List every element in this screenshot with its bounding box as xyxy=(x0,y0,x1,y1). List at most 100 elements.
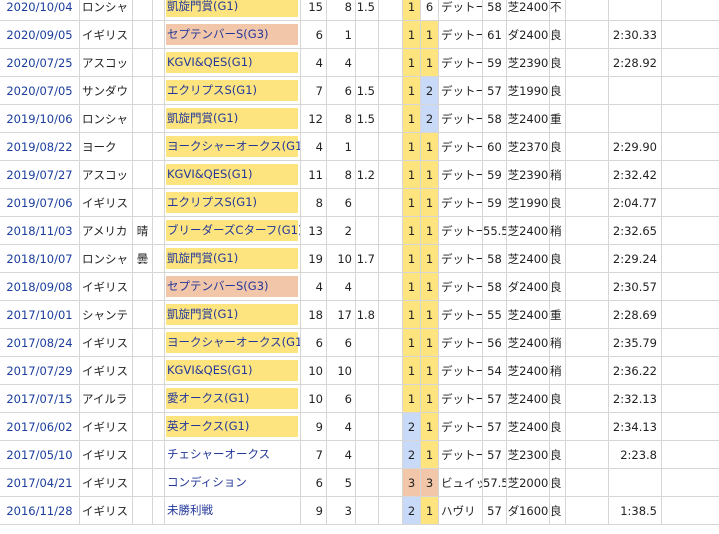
race-date-link[interactable]: 2019/07/27 xyxy=(6,168,72,182)
distance-cell: 芝2400 xyxy=(506,328,550,357)
race-date-link[interactable]: 2020/09/05 xyxy=(6,28,72,42)
popularity-cell: 1 xyxy=(402,104,421,133)
race-name-link[interactable]: 愛オークス(G1) xyxy=(166,388,298,409)
race-date-link[interactable]: 2019/07/06 xyxy=(6,196,72,210)
blank-cell xyxy=(378,76,403,105)
table-row: 2020/09/05 イギリス セプテンバーS(G3) 6 1 1 1 デットー 61 ダ2400… xyxy=(0,20,719,49)
race-name-link[interactable]: KGVI&QES(G1) xyxy=(166,360,298,381)
table-row: 2017/06/02 イギリス 英オークス(G1) 9 4 2 1 デットー 57 芝2400 良 2… xyxy=(0,412,719,441)
race-date-link[interactable]: 2018/09/08 xyxy=(6,280,72,294)
blank-cell xyxy=(565,188,609,217)
finish-position-cell: 1 xyxy=(420,496,439,525)
popularity-cell: 1 xyxy=(402,160,421,189)
race-name-link[interactable]: セプテンバーS(G3) xyxy=(166,24,298,45)
table-row: 2017/04/21 イギリス コンディション 6 5 3 3 ビュイッ 57.5 芝2000 良 xyxy=(0,468,719,497)
field-size-cell: 18 xyxy=(300,300,327,329)
race-name-link[interactable]: ヨークシャーオークス(G1) xyxy=(166,136,300,157)
race-name-link[interactable]: エクリプスS(G1) xyxy=(166,80,298,101)
race-name-link[interactable]: 凱旋門賞(G1) xyxy=(166,0,298,17)
race-date-link[interactable]: 2017/08/24 xyxy=(6,336,72,350)
race-name-link[interactable]: KGVI&QES(G1) xyxy=(166,164,298,185)
race-name-cell: 愛オークス(G1) xyxy=(164,384,301,413)
track-condition-cell: 重 xyxy=(549,104,566,133)
weather-cell xyxy=(132,328,153,357)
race-date-link[interactable]: 2017/05/10 xyxy=(6,448,72,462)
blank-cell xyxy=(378,160,403,189)
field-size-cell: 7 xyxy=(300,440,327,469)
race-name-link[interactable]: セプテンバーS(G3) xyxy=(166,276,298,297)
table-row: 2017/07/15 アイルラ 愛オークス(G1) 10 6 1 1 デットー 57 芝2400 良… xyxy=(0,384,719,413)
blank-cell xyxy=(661,104,719,133)
race-name-cell: 英オークス(G1) xyxy=(164,412,301,441)
table-row: 2019/07/27 アスコッ KGVI&QES(G1) 11 8 1.2 1 1 デットー 59… xyxy=(0,160,719,189)
race-date-link[interactable]: 2018/11/03 xyxy=(6,224,72,238)
blank-cell xyxy=(152,440,165,469)
race-time-cell: 2:29.24 xyxy=(608,244,662,273)
race-date-link[interactable]: 2020/10/04 xyxy=(6,0,72,14)
race-date-link[interactable]: 2020/07/25 xyxy=(6,56,72,70)
gate-cell: 1 xyxy=(326,132,356,161)
venue-cell: アスコッ xyxy=(79,160,133,189)
race-name-link[interactable]: 英オークス(G1) xyxy=(166,416,298,437)
venue-cell: イギリス xyxy=(79,440,133,469)
distance-cell: ダ2400 xyxy=(506,272,550,301)
race-name-link[interactable]: チェシャーオークス xyxy=(166,444,298,465)
jockey-cell: デットー xyxy=(438,160,483,189)
gate-cell: 2 xyxy=(326,216,356,245)
race-name-link[interactable]: ブリーダーズCターフ(G1) xyxy=(166,220,300,241)
race-date-link[interactable]: 2017/10/01 xyxy=(6,308,72,322)
gate-cell: 4 xyxy=(326,48,356,77)
gate-cell: 8 xyxy=(326,0,356,21)
jockey-cell: デットー xyxy=(438,48,483,77)
odds-cell xyxy=(355,496,379,525)
race-date-link[interactable]: 2017/07/15 xyxy=(6,392,72,406)
race-date-link[interactable]: 2017/07/29 xyxy=(6,364,72,378)
venue-cell: サンダウ xyxy=(79,76,133,105)
race-date-link[interactable]: 2019/10/06 xyxy=(6,112,72,126)
race-date-link[interactable]: 2018/10/07 xyxy=(6,252,72,266)
race-name-link[interactable]: ヨークシャーオークス(G1) xyxy=(166,332,300,353)
race-date-link[interactable]: 2019/08/22 xyxy=(6,140,72,154)
finish-position-cell: 6 xyxy=(420,0,439,21)
odds-cell xyxy=(355,20,379,49)
race-name-link[interactable]: 凱旋門賞(G1) xyxy=(166,304,298,325)
table-row: 2019/10/06 ロンシャ 凱旋門賞(G1) 12 8 1.5 1 2 デットー 58 芝240… xyxy=(0,104,719,133)
popularity-cell: 1 xyxy=(402,216,421,245)
popularity-cell: 1 xyxy=(402,76,421,105)
race-name-link[interactable]: 凱旋門賞(G1) xyxy=(166,248,298,269)
venue-cell: イギリス xyxy=(79,412,133,441)
finish-position-cell: 1 xyxy=(420,356,439,385)
odds-cell: 1.7 xyxy=(355,244,379,273)
field-size-cell: 6 xyxy=(300,20,327,49)
venue-cell: ロンシャ xyxy=(79,244,133,273)
odds-cell: 1.8 xyxy=(355,300,379,329)
race-date-link[interactable]: 2017/04/21 xyxy=(6,476,72,490)
jockey-cell: デットー xyxy=(438,300,483,329)
blank-cell xyxy=(565,216,609,245)
race-date-link[interactable]: 2017/06/02 xyxy=(6,420,72,434)
race-name-link[interactable]: エクリプスS(G1) xyxy=(166,192,298,213)
finish-position-cell: 2 xyxy=(420,76,439,105)
track-condition-cell: 良 xyxy=(549,412,566,441)
race-time-cell xyxy=(608,76,662,105)
race-name-link[interactable]: KGVI&QES(G1) xyxy=(166,52,298,73)
race-date-link[interactable]: 2020/07/05 xyxy=(6,84,72,98)
carried-weight-cell: 57 xyxy=(482,496,507,525)
weather-cell xyxy=(132,272,153,301)
carried-weight-cell: 57 xyxy=(482,412,507,441)
track-condition-cell: 良 xyxy=(549,384,566,413)
blank-cell xyxy=(565,384,609,413)
finish-position-cell: 1 xyxy=(420,328,439,357)
race-date-link[interactable]: 2016/11/28 xyxy=(6,504,72,518)
finish-position-cell: 1 xyxy=(420,244,439,273)
track-condition-cell: 良 xyxy=(549,244,566,273)
odds-cell xyxy=(355,216,379,245)
race-name-link[interactable]: コンディション xyxy=(166,472,298,493)
jockey-cell: ハヴリ xyxy=(438,496,483,525)
popularity-cell: 1 xyxy=(402,48,421,77)
blank-cell xyxy=(152,216,165,245)
race-name-link[interactable]: 凱旋門賞(G1) xyxy=(166,108,298,129)
jockey-cell: デットー xyxy=(438,132,483,161)
race-time-cell xyxy=(608,104,662,133)
race-name-link[interactable]: 未勝利戦 xyxy=(166,500,298,521)
